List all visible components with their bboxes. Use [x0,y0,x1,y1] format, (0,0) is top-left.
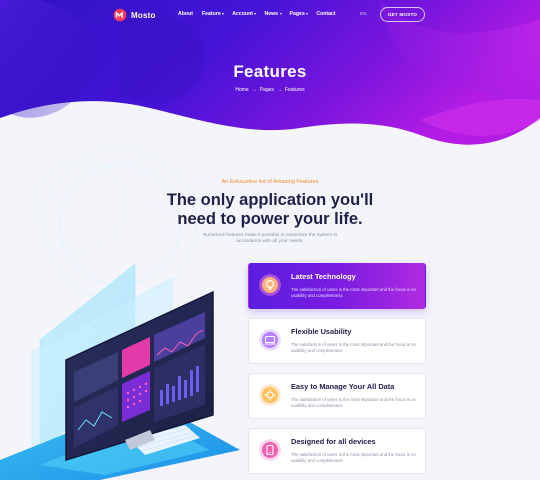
feature-title: Easy to Manage Your All Data [291,382,395,391]
feature-description: The satisfaction of users is the most im… [291,452,416,464]
section-headline: The only application you'll need to powe… [166,191,374,228]
nav-item-news[interactable]: News [264,11,282,17]
laptop-icon [259,329,281,351]
devices-icon [259,439,281,461]
feature-description: The satisfaction of users is the most im… [291,287,416,299]
nav-item-contact[interactable]: Contact [316,11,335,17]
breadcrumb-current: Features [284,87,305,93]
feature-card-latest-technology[interactable]: Latest Technology The satisfaction of us… [248,263,426,309]
get-mosto-button[interactable]: GET MOSTO [380,7,425,22]
chevron-down-icon [254,13,257,15]
brand-logo[interactable]: Mosto [113,8,156,22]
chevron-down-icon [279,13,282,15]
dashboard-illustration [0,263,240,480]
arrow-right-icon: → [251,87,257,93]
language-selector[interactable]: EN [360,11,366,16]
lightbulb-icon [259,274,281,296]
nav-item-feature[interactable]: Feature [202,11,225,17]
breadcrumb-home[interactable]: Home [235,87,248,93]
nav-item-account[interactable]: Account [232,11,257,17]
nav-item-pages[interactable]: Pages [290,11,309,17]
feature-description: The satisfaction of users is the most im… [291,397,416,409]
feature-card-all-devices[interactable]: Designed for all devices The satisfactio… [248,428,426,474]
section-lead: Numerous features make it possible to cu… [202,233,338,245]
chevron-down-icon [222,13,225,15]
brand-name: Mosto [131,10,156,20]
settings-icon [259,384,281,406]
feature-title: Flexible Usability [291,327,352,336]
feature-title: Designed for all devices [291,437,376,446]
top-navbar: Mosto About Feature Account News Pages C… [0,0,540,30]
nav-item-about[interactable]: About [178,11,193,17]
nav-links: About Feature Account News Pages Contact [178,11,336,17]
feature-card-manage-data[interactable]: Easy to Manage Your All Data The satisfa… [248,373,426,419]
feature-title: Latest Technology [291,272,356,281]
page-title: Features [233,62,307,81]
feature-card-flexible-usability[interactable]: Flexible Usability The satisfaction of u… [248,318,426,364]
breadcrumb: Home → Pages → Features [0,87,540,93]
logo-icon [113,8,127,22]
section-eyebrow: An Exhaustive list of Amazing Features [221,179,319,185]
feature-description: The satisfaction of users is the most im… [291,342,416,354]
breadcrumb-pages[interactable]: Pages [260,87,274,93]
arrow-right-icon: → [276,87,282,93]
chevron-down-icon [306,13,309,15]
